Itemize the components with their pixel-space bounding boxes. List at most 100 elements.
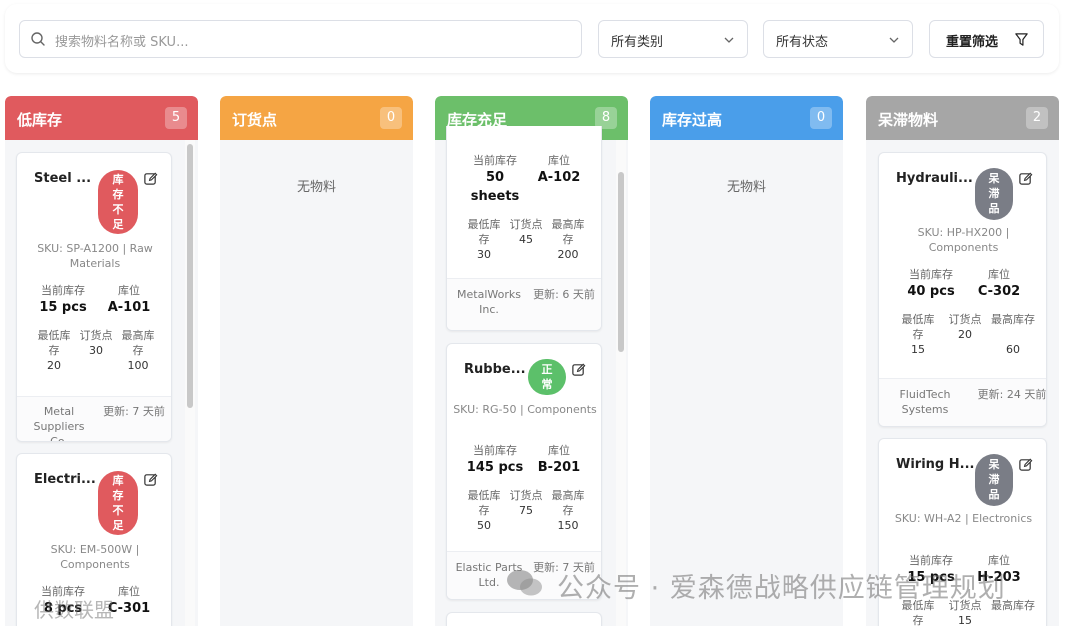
reorder-point-value: 45 — [519, 233, 533, 246]
edit-icon[interactable] — [1018, 171, 1033, 186]
status-badge: 呆滞品 — [975, 454, 1013, 506]
supplier-name: FluidTech Systems — [899, 388, 951, 416]
item-name: Wiring H... — [896, 457, 975, 472]
scrollbar[interactable] — [616, 140, 626, 626]
reorder-point-label: 订货点 — [509, 218, 543, 231]
column-title: 订货点 — [232, 111, 278, 129]
column-stale-items: 呆滞物料 2 Hydrauli... 呆滞品 SKU: HP-HX200 | C… — [866, 96, 1059, 626]
category-select[interactable]: 所有类别 — [598, 20, 748, 58]
item-card[interactable]: Rubbe... 正常 SKU: RG-50 | Components 当前库存… — [446, 343, 602, 600]
category-select-value: 所有类别 — [611, 35, 664, 50]
reorder-point-label: 订货点 — [79, 329, 113, 342]
column-title: 库存过高 — [662, 111, 723, 129]
max-stock-value: 100 — [127, 359, 149, 372]
status-badge-text: 呆滞品 — [988, 458, 1000, 501]
reorder-point-value: 75 — [519, 504, 533, 517]
inventory-kanban-page: 搜索物料名称或 SKU... 所有类别 所有状态 重置筛选 低库存 5 Stee… — [0, 0, 1080, 626]
reorder-point-label: 订货点 — [509, 489, 543, 502]
scrollbar-thumb[interactable] — [618, 172, 624, 352]
max-stock-value: 200 — [557, 248, 579, 261]
max-stock-value: 150 — [557, 519, 579, 532]
card-footer: Metal Suppliers Co. 更新: 7 天前 — [17, 396, 171, 442]
edit-icon[interactable] — [571, 362, 586, 377]
column-header: 低库存 5 — [5, 96, 198, 140]
current-stock-value: 50 sheets — [470, 170, 520, 204]
card-footer: FluidTech Systems 更新: 24 天前 — [879, 378, 1047, 426]
reorder-point-value: 20 — [958, 328, 972, 341]
scrollbar-thumb[interactable] — [187, 144, 193, 408]
filter-icon — [1015, 33, 1028, 46]
min-stock-value: 50 — [477, 519, 491, 532]
status-badge-text: 库存不足 — [112, 173, 124, 231]
status-badge: 库存不足 — [98, 170, 138, 234]
location-value: A-102 — [537, 170, 581, 185]
max-stock-value: 60 — [1006, 343, 1020, 356]
min-stock-label: 最低库存 — [37, 329, 71, 357]
min-stock-label: 最低库存 — [467, 218, 501, 246]
min-stock-value: 15 — [911, 343, 925, 356]
status-select[interactable]: 所有状态 — [763, 20, 913, 58]
min-stock-label: 最低库存 — [467, 489, 501, 517]
item-card[interactable]: 当前库存 库位 50 sheets A-102 最低库存 订货点 最高库存 30… — [446, 126, 602, 331]
status-select-value: 所有状态 — [776, 35, 829, 50]
updated-time: 更新: 24 天前 — [977, 388, 1047, 401]
empty-message: 无物料 — [296, 180, 336, 195]
card-footer: MetalWorks Inc. 更新: 6 天前 — [447, 278, 601, 330]
reset-filters-button[interactable]: 重置筛选 — [929, 20, 1044, 58]
item-sku: SKU: RG-50 | Components — [453, 403, 597, 416]
current-stock-label: 当前库存 — [473, 154, 517, 167]
location-label: 库位 — [548, 154, 570, 167]
min-stock-value: 20 — [47, 359, 61, 372]
column-count-badge: 2 — [1026, 107, 1048, 129]
status-badge-text: 呆滞品 — [988, 172, 1000, 215]
max-stock-label: 最高库存 — [551, 489, 585, 517]
status-badge: 库存不足 — [98, 471, 138, 535]
column-count-badge: 5 — [165, 107, 187, 129]
column-header: 呆滞物料 2 — [866, 96, 1059, 140]
location-label: 库位 — [548, 444, 570, 457]
max-stock-label: 最高库存 — [121, 329, 155, 357]
item-card[interactable]: Hydrauli... 呆滞品 SKU: HP-HX200 | Componen… — [878, 152, 1047, 427]
scrollbar[interactable] — [185, 140, 195, 626]
item-sku: SKU: WH-A2 | Electronics — [894, 512, 1033, 525]
supplier-name: MetalWorks Inc. — [457, 288, 521, 316]
current-stock-value: 145 pcs — [466, 460, 524, 475]
updated-time: 更新: 7 天前 — [103, 405, 165, 418]
status-badge: 呆滞品 — [975, 168, 1013, 220]
current-stock-value: 15 pcs — [39, 300, 87, 315]
edit-icon[interactable] — [143, 171, 158, 186]
column-title: 低库存 — [17, 111, 63, 129]
search-placeholder: 搜索物料名称或 SKU... — [55, 35, 189, 50]
status-badge-text: 正常 — [541, 363, 553, 391]
supplier-name: Metal Suppliers Co. — [33, 405, 85, 442]
column-count-badge: 0 — [380, 107, 402, 129]
status-badge: 正常 — [528, 359, 566, 395]
search-icon — [31, 32, 45, 46]
edit-icon[interactable] — [143, 472, 158, 487]
reorder-point-value: 30 — [89, 344, 103, 357]
status-badge-text: 库存不足 — [112, 474, 124, 532]
search-input[interactable]: 搜索物料名称或 SKU... — [19, 20, 582, 58]
item-card[interactable]: Steel ... 库存不足 SKU: SP-A1200 | Raw Mater… — [16, 152, 172, 442]
location-label: 库位 — [988, 268, 1010, 281]
empty-message: 无物料 — [726, 180, 766, 195]
max-stock-label: 最高库存 — [551, 218, 585, 246]
column-header: 订货点 0 — [220, 96, 413, 140]
updated-time: 更新: 6 天前 — [533, 288, 595, 301]
column-sufficient-stock: 库存充足 8 当前库存 库位 50 sheets A-102 最低库存 订货点 … — [435, 96, 628, 626]
item-name: Electri... — [34, 472, 96, 487]
item-sku: SKU: SP-A1200 | Raw Materials — [37, 242, 153, 270]
current-stock-label: 当前库存 — [41, 284, 85, 297]
column-low-stock: 低库存 5 Steel ... 库存不足 SKU: SP-A1200 | Raw… — [5, 96, 198, 626]
location-value: B-201 — [537, 460, 581, 475]
column-title: 呆滞物料 — [878, 111, 939, 129]
item-name: Rubbe... — [464, 362, 526, 377]
edit-icon[interactable] — [1018, 457, 1033, 472]
chevron-down-icon — [889, 37, 899, 43]
item-card[interactable] — [446, 612, 602, 626]
current-stock-value: 40 pcs — [907, 284, 955, 299]
item-name: Steel ... — [34, 171, 92, 186]
location-value: C-302 — [977, 284, 1021, 299]
item-sku: SKU: EM-500W | Components — [50, 543, 140, 571]
location-label: 库位 — [118, 284, 140, 297]
